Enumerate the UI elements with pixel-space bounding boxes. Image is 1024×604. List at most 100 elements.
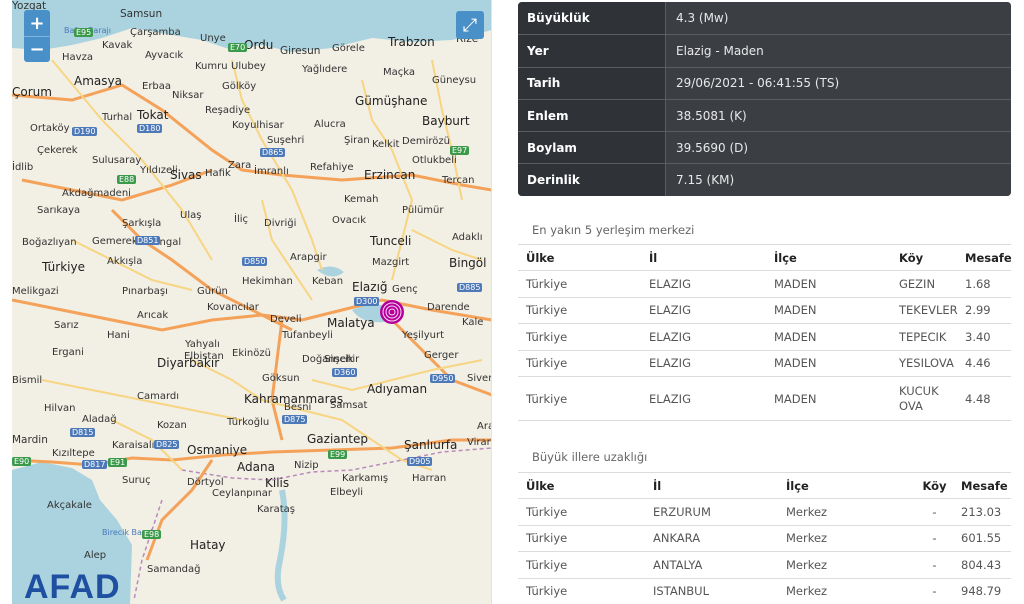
table-cell: Türkiye	[526, 391, 568, 406]
info-row: Derinlik 7.15 (KM)	[518, 163, 1011, 196]
map-place-label: Gürün	[197, 286, 228, 297]
map-place-label: Erzincan	[364, 168, 416, 182]
map-place-label: Turhal	[102, 112, 133, 123]
map-place-label: Suşehri	[267, 135, 305, 146]
road-shield: E98	[142, 530, 162, 539]
table-cell: Merkez	[786, 584, 828, 599]
map-place-label: Samsat	[330, 400, 368, 411]
table-cell: ANTALYA	[653, 557, 703, 572]
road-shield: D905	[407, 457, 433, 466]
table-cell: -	[932, 531, 937, 546]
map-place-label: Hafik	[205, 168, 231, 179]
table-cell: ELAZIG	[649, 303, 691, 318]
map-place-label: Ortaköy	[30, 123, 70, 134]
map-place-label: Ergani	[52, 347, 84, 358]
zoom-in-button[interactable]: +	[24, 10, 50, 36]
map-place-label: Develi	[270, 314, 302, 325]
map-place-label: Bingöl	[449, 256, 487, 270]
table-cell: 601.55	[961, 531, 1002, 546]
info-value: 4.3 (Mw)	[665, 2, 1011, 35]
table-cell: MADEN	[774, 276, 817, 291]
map-place-label: Çekerek	[37, 145, 78, 156]
map-place-label: Ekinözü	[232, 348, 271, 359]
map-place-label: Unye	[200, 33, 226, 44]
table-cell: GEZIN	[899, 276, 936, 291]
table-row: Türkiye ELAZIG MADEN YESILOVA 4.46	[518, 351, 1011, 377]
table-cell: -	[932, 584, 937, 599]
map-place-label: Hilvan	[44, 403, 76, 414]
map-place-label: Sarız	[54, 320, 79, 331]
map-place-label: Dörtyol	[187, 477, 224, 488]
map-place-label: Kavak	[102, 40, 133, 51]
map-place-label: Alep	[84, 550, 107, 561]
table-cell: Türkiye	[526, 303, 568, 318]
info-value: Elazig - Maden	[665, 35, 1011, 67]
road-shield: D815	[70, 428, 96, 437]
map-place-label: Gümüşhane	[355, 94, 428, 108]
road-shield: E99	[328, 450, 348, 459]
table-cell: TEPECIK	[899, 329, 947, 344]
table-cell: 213.03	[961, 504, 1002, 519]
map-place-label: Adıyaman	[367, 382, 428, 396]
table-cell: MADEN	[774, 329, 817, 344]
map-place-label: Keban	[312, 276, 344, 287]
map-place-label: Sulusaray	[92, 155, 142, 166]
map-place-label: Yeşilyurt	[402, 330, 444, 341]
map-place-label: Akçakale	[47, 500, 92, 511]
map-place-label: Bismil	[12, 375, 43, 386]
map-place-label: Diyarbakır	[157, 356, 220, 370]
info-row: Yer Elazig - Maden	[518, 34, 1011, 67]
map-place-label: Kozan	[157, 420, 187, 431]
column-header: Mesafe	[961, 478, 1008, 493]
map-place-label: Adaklı	[452, 232, 483, 243]
table-row: Türkiye ERZURUM Merkez - 213.03	[518, 499, 1011, 526]
map-place-label: Ulubey	[231, 61, 266, 72]
column-header: İlçe	[774, 250, 797, 265]
road-shield: E91	[108, 458, 128, 467]
zoom-control: + −	[24, 10, 50, 62]
map-place-label: Karaisalı	[112, 440, 155, 451]
table-row: Türkiye ANTALYA Merkez - 804.43	[518, 552, 1011, 579]
zoom-out-button[interactable]: −	[24, 36, 50, 62]
info-key: Büyüklük	[518, 2, 665, 35]
map-place-label: Alucra	[314, 119, 346, 130]
table-cell: Türkiye	[526, 584, 568, 599]
table-row: Türkiye ELAZIG MADEN GEZIN 1.68	[518, 271, 1011, 298]
map-place-label: Tercan	[442, 175, 475, 186]
map-place-label: Elazığ	[352, 280, 388, 294]
map-place-label: Genç	[392, 284, 418, 295]
map-place-label: Arapgir	[290, 252, 327, 263]
table-cell: ELAZIG	[649, 329, 691, 344]
map-place-label: Şanlıurfa	[404, 438, 458, 452]
info-key: Enlem	[518, 99, 665, 132]
info-key: Derinlik	[518, 164, 665, 196]
column-header: Ülke	[526, 250, 555, 265]
map-place-label: Kemah	[344, 194, 379, 205]
map-place-label: Reşadiye	[205, 105, 251, 116]
map-place-label: Pülümür	[402, 205, 444, 216]
map-place-label: Çorum	[12, 85, 52, 99]
map-panel[interactable]: Samsun Çarşamba Unye Ordu Giresun Görele Trabz…	[12, 0, 492, 604]
epicenter-marker[interactable]	[380, 300, 404, 324]
map-place-label: Yahyalı	[185, 339, 220, 350]
table-cell: MADEN	[774, 303, 817, 318]
map-place-label: Giresun	[280, 45, 321, 57]
road-shield: D875	[282, 415, 308, 424]
map-place-label: Kelkit	[372, 139, 400, 150]
map-place-label: Besni	[284, 402, 312, 413]
map-place-label: Şarkışla	[122, 218, 162, 229]
info-key: Boylam	[518, 132, 665, 164]
table-header: Ülke İl İlçe Köy Mesafe	[518, 472, 1011, 499]
road-shield: D180	[137, 124, 163, 133]
column-header: İlçe	[786, 478, 809, 493]
map-place-label: Maçka	[383, 67, 415, 78]
city-distances-table: Ülke İl İlçe Köy Mesafe Türkiye ERZURUM Merkez -…	[518, 472, 1011, 604]
map-place-label: Akkışla	[107, 256, 143, 267]
map-place-label: Çarşamba	[130, 27, 181, 38]
table-cell: YESILOVA	[899, 356, 954, 371]
fullscreen-button[interactable]: ⤢	[456, 11, 484, 39]
map-place-label: Kumru	[195, 61, 228, 72]
map-place-label: Gemerek	[92, 236, 138, 247]
map-place-label: Akdağmadeni	[62, 188, 131, 199]
table-cell: Merkez	[786, 531, 828, 546]
